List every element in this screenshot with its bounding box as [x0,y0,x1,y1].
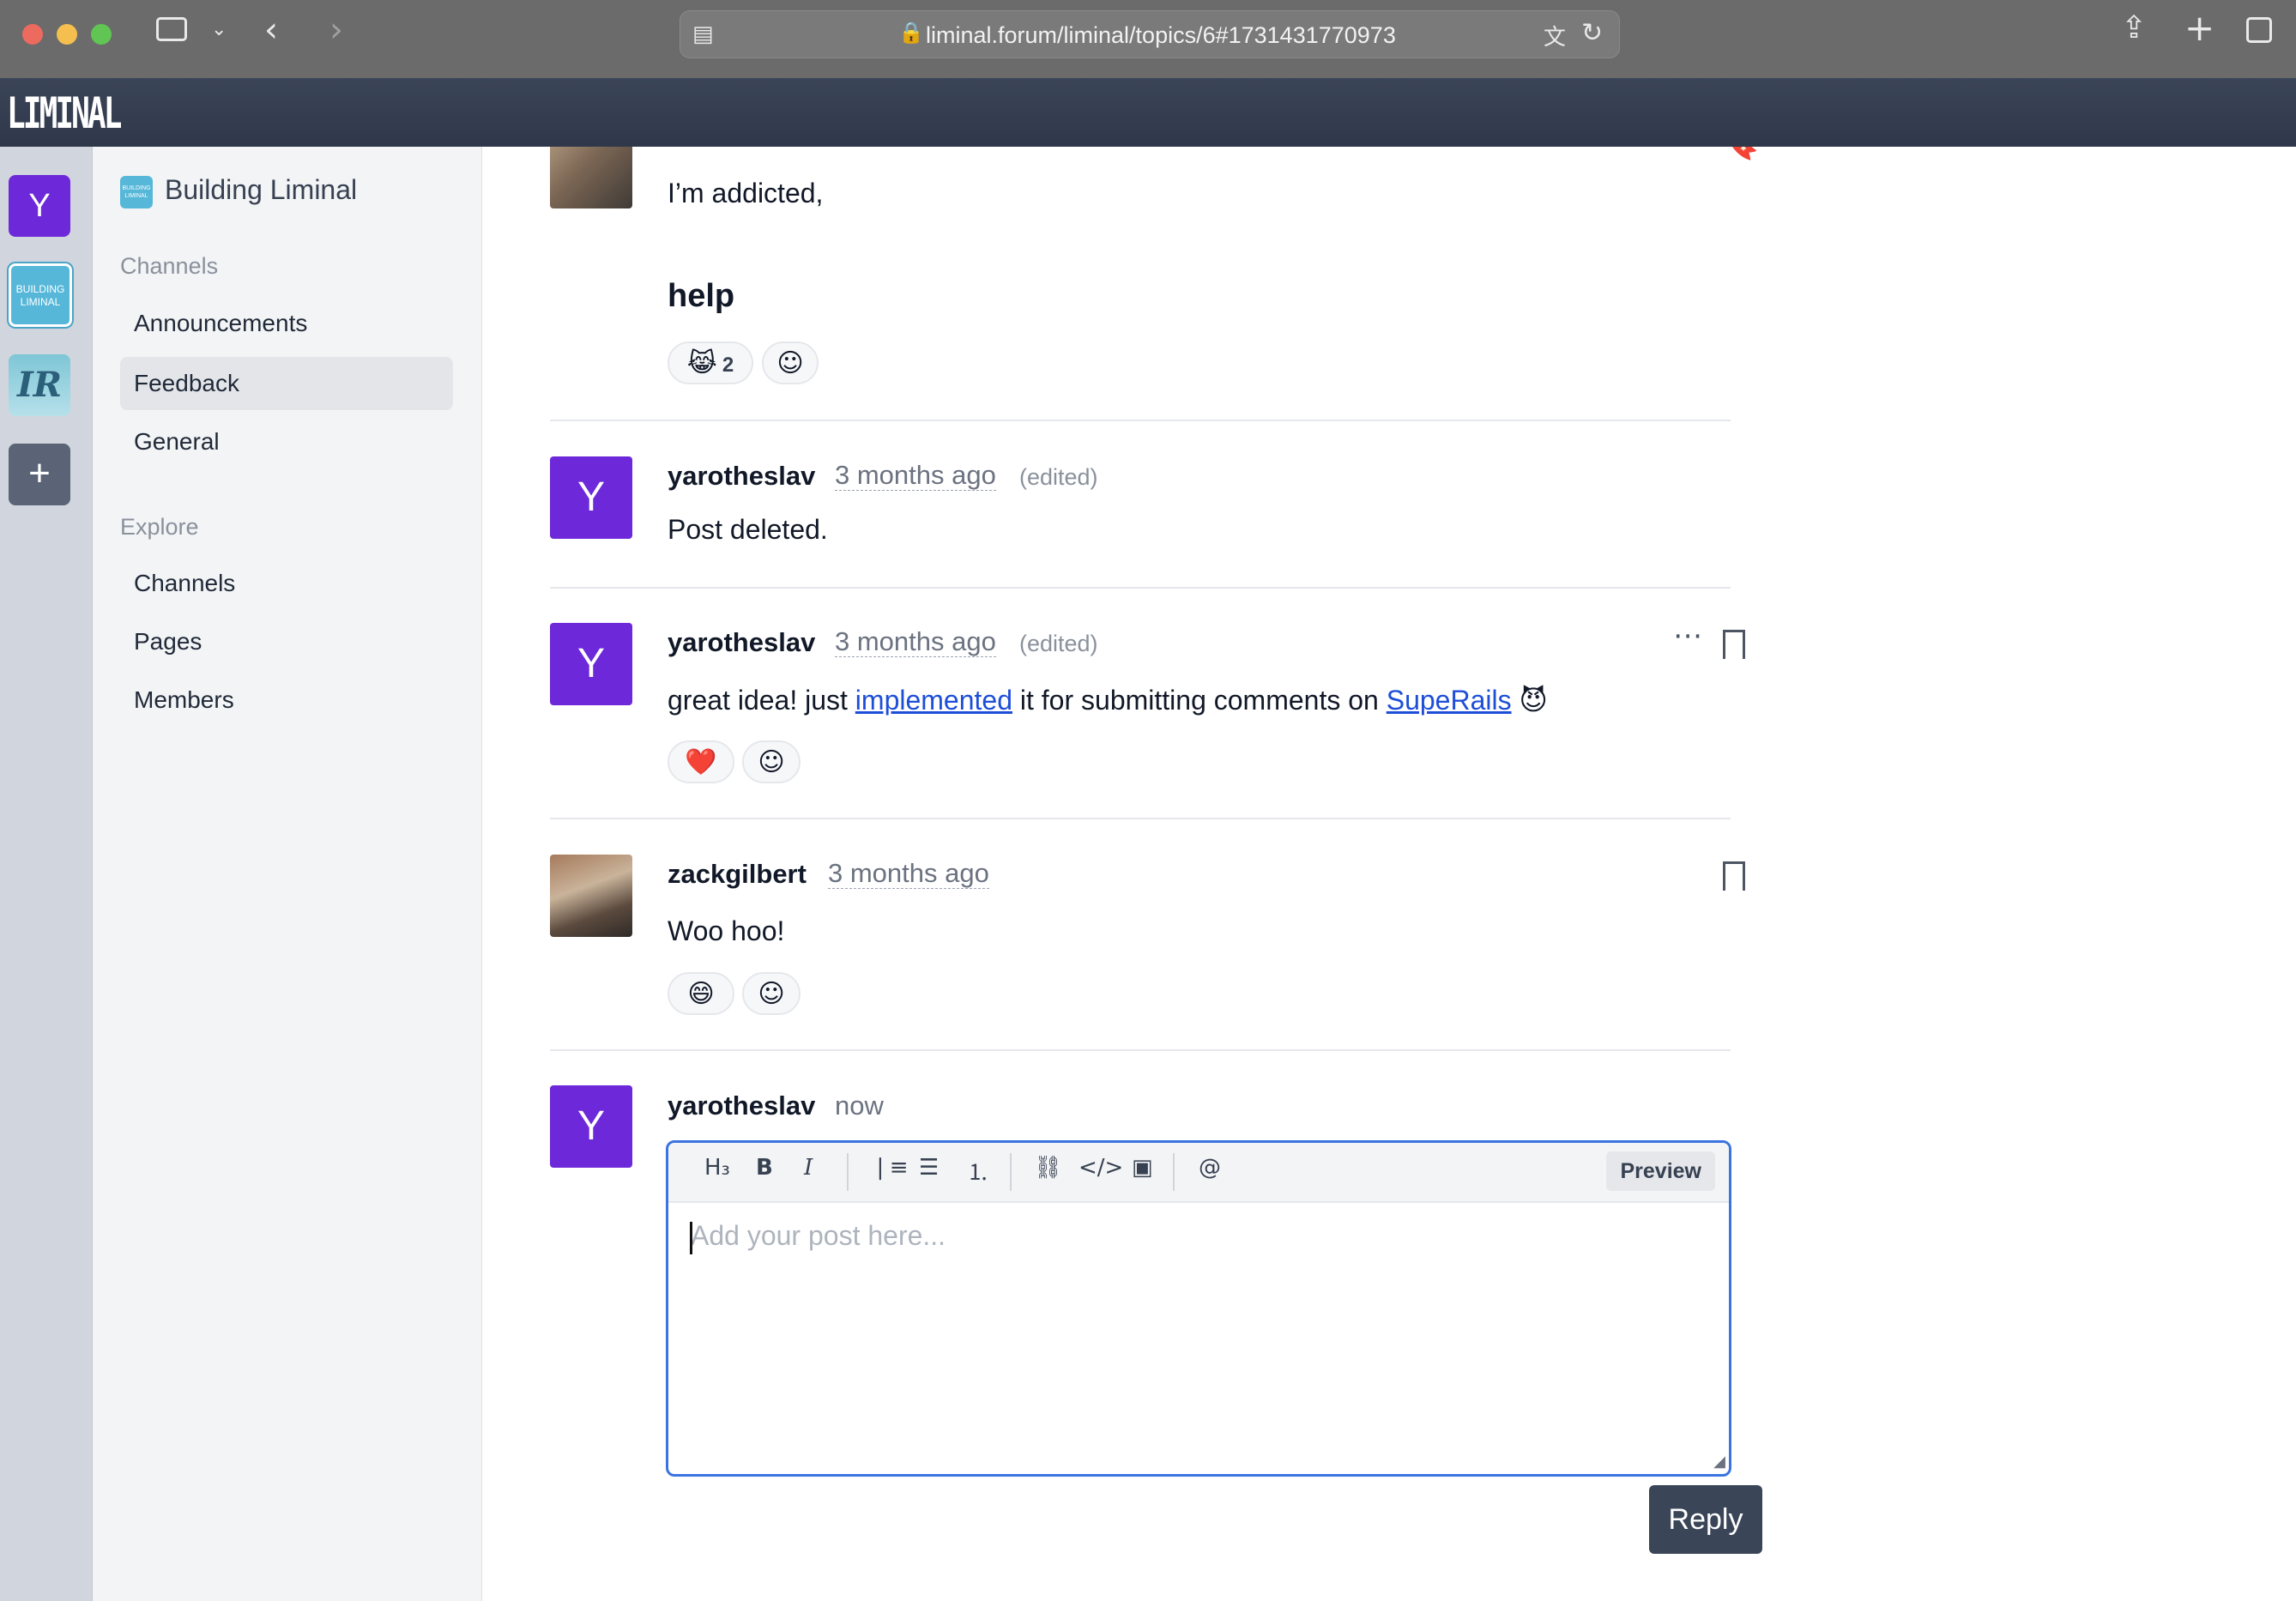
sidebar-item-channels[interactable]: Channels [120,557,453,610]
user-avatar-tile[interactable]: Y [9,175,70,237]
post-heading: help [668,278,735,314]
post-author[interactable]: zackgilbert [668,859,807,890]
workspace-tile-ir[interactable]: IR [9,354,70,416]
numbered-list-icon[interactable]: ⒈ [967,1155,989,1187]
post-body: I’m addicted, [668,178,824,208]
minimize-window-button[interactable] [57,24,77,45]
post-timestamp[interactable]: 3 months ago [835,461,996,491]
channel-sidebar: BUILDING LIMINAL Building Liminal Channe… [93,147,482,1601]
reaction-chip[interactable]: 😹 2 [668,341,753,384]
share-icon[interactable]: ⇪ [2121,10,2147,45]
composer-author: yarotheslav [668,1090,816,1121]
avatar[interactable] [550,147,632,208]
zoom-window-button[interactable] [91,24,112,45]
italic-icon[interactable]: I [804,1155,813,1181]
url-text: liminal.forum/liminal/topics/6#173143177… [926,22,1396,48]
post-timestamp[interactable]: 3 months ago [835,627,996,657]
reaction-count: 2 [722,353,734,377]
quote-icon[interactable]: ❘≡ [871,1155,909,1181]
avatar[interactable]: Y [550,1085,632,1168]
new-tab-icon[interactable]: + [2184,7,2214,49]
tab-overview-icon[interactable] [2246,17,2272,43]
brand-logo[interactable]: LIMINAL [7,88,122,138]
workspace-tile-building-liminal[interactable]: BUILDING LIMINAL [9,263,72,327]
channels-heading: Channels [120,253,219,279]
post-body: Post deleted. [668,514,828,545]
avatar[interactable]: Y [550,456,632,539]
code-icon[interactable]: </> [1079,1155,1123,1181]
devil-emoji: 😈 [1519,684,1548,716]
address-bar[interactable]: ▤ 🔒 liminal.forum/liminal/topics/6#17314… [680,10,1620,58]
lock-icon: 🔒 [898,21,924,45]
post-text: it for submitting comments on [1012,685,1387,716]
post-editor[interactable]: H₃ B I ❘≡ ☰ ⒈ ⛓ </> ▣ @ Preview ◢ [666,1140,1731,1477]
topic-thread: 🔖 I’m addicted, help 😹2 ☺ Y yarotheslav … [482,147,2296,1601]
translate-icon[interactable]: 文 [1544,20,1566,51]
sidebar-item-pages[interactable]: Pages [120,615,453,668]
post-divider [550,420,1731,421]
add-reaction-button[interactable]: ☺ [762,341,819,384]
more-options-icon[interactable]: ⋯ [1673,619,1702,653]
mention-icon[interactable]: @ [1199,1155,1221,1181]
post-text: great idea! just [668,685,855,716]
avatar[interactable]: Y [550,623,632,705]
editor-toolbar: H₃ B I ❘≡ ☰ ⒈ ⛓ </> ▣ @ Preview [668,1143,1729,1203]
sidebar-item-announcements[interactable]: Announcements [120,297,453,350]
post-body: Woo hoo! [668,915,785,946]
heading-icon[interactable]: H₃ [704,1155,730,1181]
reply-button[interactable]: Reply [1649,1485,1762,1554]
sidebar-item-feedback[interactable]: Feedback [120,357,453,410]
app-header: LIMINAL [0,78,2296,147]
image-icon[interactable]: ▣ [1132,1155,1153,1181]
toolbar-divider [847,1153,849,1191]
bookmark-icon[interactable] [1723,630,1745,659]
bookmark-icon[interactable] [1723,861,1745,891]
reaction-emoji: 😹 [686,348,717,378]
browser-chrome: ⌄ ‹ › ▤ 🔒 liminal.forum/liminal/topics/6… [0,0,2296,78]
toolbar-divider [1010,1153,1012,1191]
avatar[interactable] [550,855,632,937]
add-reaction-button[interactable]: ☺ [742,740,801,783]
explore-heading: Explore [120,514,199,540]
workspace-rail: Y BUILDING LIMINAL IR + [0,147,93,1601]
workspace-tile-text: BUILDING LIMINAL [15,283,65,308]
sidebar-item-general[interactable]: General [120,415,453,468]
preview-button[interactable]: Preview [1606,1151,1715,1191]
reload-icon[interactable]: ↻ [1581,18,1603,48]
post-body: great idea! just implemented it for subm… [668,684,1548,716]
page-menu-icon[interactable]: ▤ [692,21,714,47]
back-icon[interactable]: ‹ [264,10,278,50]
chevron-down-icon[interactable]: ⌄ [211,19,227,40]
text-caret [690,1222,692,1254]
post-author[interactable]: yarotheslav [668,627,815,658]
bold-icon[interactable]: B [756,1155,773,1181]
edited-label: (edited) [1019,631,1098,656]
post-author[interactable]: yarotheslav [668,461,815,492]
post-textarea[interactable] [689,1218,1705,1453]
reaction-chip[interactable]: ❤️ [668,740,734,783]
toolbar-divider [1173,1153,1175,1191]
link-icon[interactable]: ⛓ [1034,1155,1062,1181]
resize-handle-icon[interactable]: ◢ [1713,1453,1725,1471]
superails-link[interactable]: SupeRails [1387,685,1512,716]
post-timestamp[interactable]: 3 months ago [828,859,989,889]
forward-icon[interactable]: › [329,10,343,50]
sidebar-item-members[interactable]: Members [120,674,453,727]
bullet-list-icon[interactable]: ☰ [919,1155,939,1181]
close-window-button[interactable] [22,24,43,45]
reaction-chip[interactable]: 😄 [668,972,734,1015]
post-divider [550,587,1731,589]
add-workspace-button[interactable]: + [9,444,70,505]
post-divider [550,1049,1731,1051]
bookmark-icon[interactable]: 🔖 [1723,147,1759,162]
post-divider [550,818,1731,819]
workspace-name[interactable]: Building Liminal [165,174,357,206]
edited-label: (edited) [1019,464,1098,490]
implemented-link[interactable]: implemented [855,685,1012,716]
add-reaction-button[interactable]: ☺ [742,972,801,1015]
workspace-logo: BUILDING LIMINAL [120,176,153,208]
composer-time: now [835,1090,884,1121]
sidebar-toggle-icon[interactable] [156,17,187,41]
